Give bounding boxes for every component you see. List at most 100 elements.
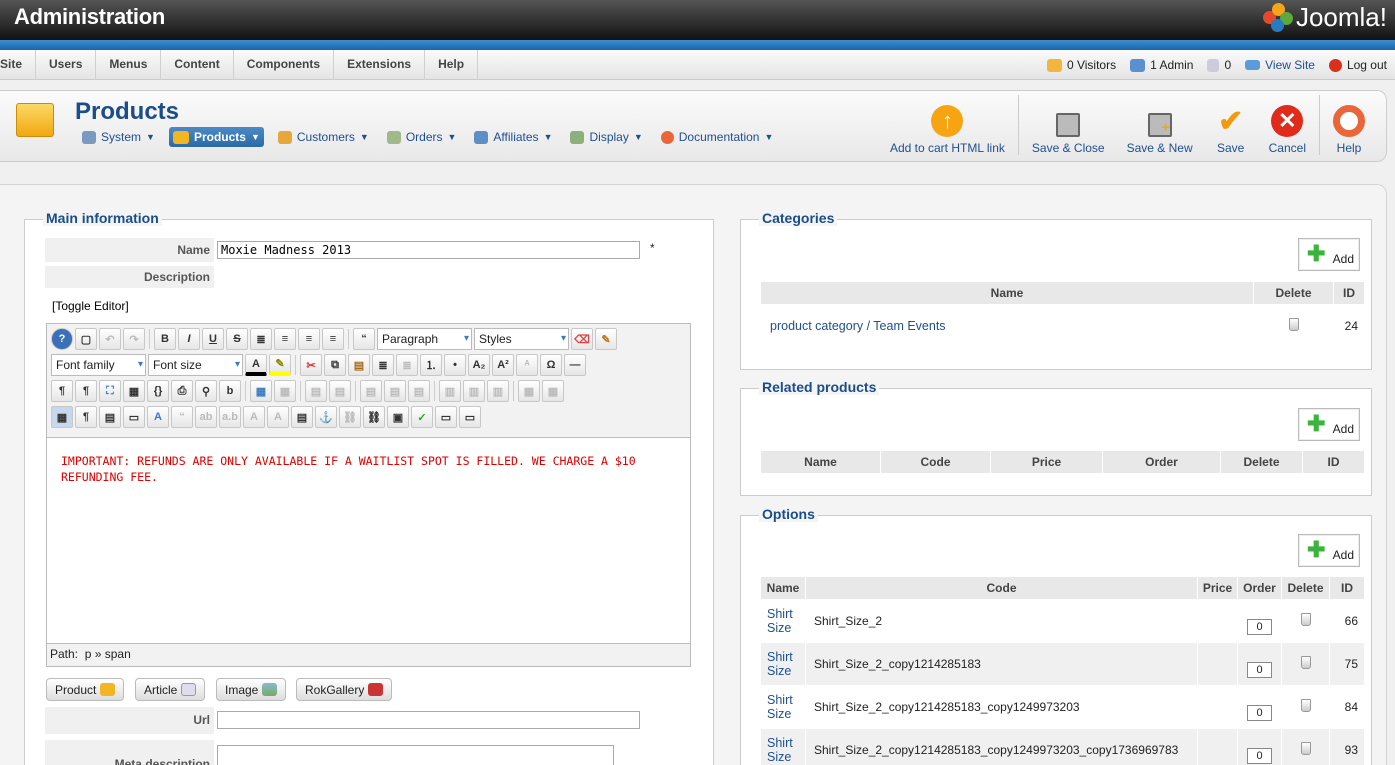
submenu-display[interactable]: Display ▼ [566,127,646,147]
align-right-icon[interactable]: ≡ [322,328,344,350]
trash-icon[interactable] [1300,613,1311,626]
insert-article-button[interactable]: Article [135,678,206,701]
add-to-cart-link-button[interactable]: ↑ Add to cart HTML link [879,99,1016,155]
menu-components[interactable]: Components [234,50,335,80]
acronym-icon[interactable]: a.b [219,406,241,428]
horizontal-rule-icon[interactable]: — [564,354,586,376]
submenu-customers[interactable]: Customers ▼ [274,127,373,147]
messages-status[interactable]: 0 [1207,58,1231,72]
logout-link[interactable]: Log out [1328,58,1387,72]
paste-word-icon[interactable]: ≣ [396,354,418,376]
save-close-button[interactable]: Save & Close [1021,99,1116,155]
template-icon[interactable]: ▤ [99,406,121,428]
anchor-icon[interactable]: ⚓ [315,406,337,428]
add-category-button[interactable]: ✚ Add [1298,238,1360,271]
menu-site[interactable]: Site [0,50,37,80]
align-left-icon[interactable]: ≡ [298,328,320,350]
menu-extensions[interactable]: Extensions [334,50,426,80]
redo-icon[interactable]: ↷ [123,328,145,350]
split-cells-icon[interactable]: ▦ [518,380,540,402]
font-size-select[interactable]: Font size [148,354,243,376]
readmore-icon[interactable]: ▭ [459,406,481,428]
insert-rokgallery-button[interactable]: RokGallery [296,678,393,701]
order-input[interactable]: 0 [1247,705,1272,721]
character-case-icon[interactable]: ᴬ [516,354,538,376]
show-blocks-icon[interactable]: ¶ [75,406,97,428]
pagebreak-icon[interactable]: ▭ [435,406,457,428]
insert-product-button[interactable]: Product [46,678,125,701]
order-input[interactable]: 0 [1247,662,1272,678]
submenu-products[interactable]: Products ▼ [168,127,264,147]
strikethrough-icon[interactable]: S [226,328,248,350]
trash-icon[interactable] [1300,742,1311,755]
code-icon[interactable]: {} [147,380,169,402]
highlight-color-icon[interactable]: ✎ [269,354,291,376]
toggle-editor-link[interactable]: [Toggle Editor] [52,299,129,313]
blockquote-icon[interactable]: “ [353,328,375,350]
col-before-icon[interactable]: ▥ [439,380,461,402]
menu-users[interactable]: Users [36,50,97,80]
text-color-icon[interactable]: A [245,354,267,376]
eraser-icon[interactable]: ⌫ [571,328,593,350]
replace-icon[interactable]: b [219,380,241,402]
ltr-icon[interactable]: ¶ [51,380,73,402]
trash-icon[interactable] [1300,699,1311,712]
new-document-icon[interactable]: ▢ [75,328,97,350]
insert-layer-icon[interactable]: ▭ [123,406,145,428]
align-center-icon[interactable]: ≡ [274,328,296,350]
deletion-icon[interactable]: A [243,406,265,428]
abbr-icon[interactable]: ab [195,406,217,428]
numbered-list-icon[interactable]: ⒈ [420,354,442,376]
superscript-icon[interactable]: A² [492,354,514,376]
option-name-link[interactable]: Shirt Size [767,736,793,764]
row-after-icon[interactable]: ▤ [329,380,351,402]
unlink-icon[interactable]: ⛓ [339,406,361,428]
delete-table-icon[interactable]: ▦ [274,380,296,402]
menu-help[interactable]: Help [425,50,479,80]
menu-content[interactable]: Content [161,50,234,80]
order-input[interactable]: 0 [1247,619,1272,635]
view-site-link[interactable]: View Site [1245,58,1315,72]
paste-icon[interactable]: ▤ [348,354,370,376]
insert-image-button[interactable]: Image [216,678,287,701]
fullscreen-icon[interactable]: ⛶ [99,380,121,402]
submenu-orders[interactable]: Orders ▼ [383,127,461,147]
paste-text-icon[interactable]: ≣ [372,354,394,376]
url-input[interactable] [217,711,640,729]
help-icon[interactable]: ? [51,328,73,350]
col-after-icon[interactable]: ▥ [463,380,485,402]
cite-icon[interactable]: “ [171,406,193,428]
image-icon[interactable]: ▣ [387,406,409,428]
row-props-icon[interactable]: ▤ [360,380,382,402]
option-name-link[interactable]: Shirt Size [767,693,793,721]
broom-icon[interactable]: ✎ [595,328,617,350]
trash-icon[interactable] [1300,656,1311,669]
submenu-affiliates[interactable]: Affiliates ▼ [470,127,556,147]
print-icon[interactable]: ⎙ [171,380,193,402]
link-icon[interactable]: ⛓ [363,406,385,428]
italic-icon[interactable]: I [178,328,200,350]
cancel-button[interactable]: ✕ Cancel [1258,99,1317,155]
bullet-list-icon[interactable]: • [444,354,466,376]
bold-icon[interactable]: B [154,328,176,350]
help-button[interactable]: Help [1322,99,1376,155]
order-input[interactable]: 0 [1247,748,1272,764]
merge-cells-icon[interactable]: ▦ [542,380,564,402]
save-button[interactable]: ✔ Save [1204,99,1258,156]
spellcheck-icon[interactable]: ✓ [411,406,433,428]
font-family-select[interactable]: Font family [51,354,146,376]
insertion-icon[interactable]: A [267,406,289,428]
special-character-icon[interactable]: Ω [540,354,562,376]
underline-icon[interactable]: U [202,328,224,350]
preview-icon[interactable]: ▦ [123,380,145,402]
save-new-button[interactable]: + Save & New [1116,99,1204,155]
copy-icon[interactable]: ⧉ [324,354,346,376]
meta-description-textarea[interactable] [217,745,614,765]
styles-select[interactable]: Styles [474,328,569,350]
name-input[interactable]: Moxie Madness 2013 [217,241,640,259]
row-before-icon[interactable]: ▤ [305,380,327,402]
style-props-icon[interactable]: A [147,406,169,428]
add-related-product-button[interactable]: ✚ Add [1298,408,1360,441]
add-option-button[interactable]: ✚ Add [1298,534,1360,567]
attributes-icon[interactable]: ▤ [291,406,313,428]
